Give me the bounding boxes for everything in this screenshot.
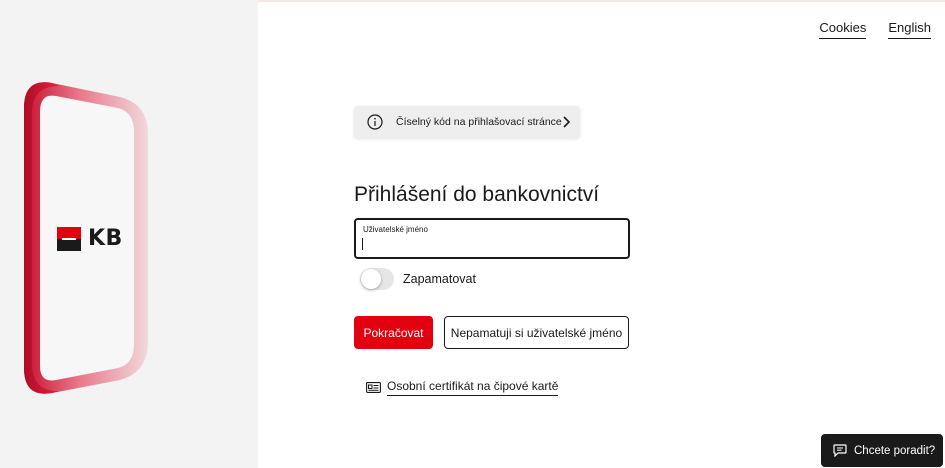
username-field[interactable]: Uživatelské jméno	[354, 218, 630, 259]
brand-panel: KB	[0, 0, 258, 468]
continue-button[interactable]: Pokračovat	[354, 316, 433, 349]
certificate-link-text: Osobní certifikát na čipové kartě	[387, 379, 559, 396]
phone-frame-graphic	[24, 82, 148, 394]
toggle-knob	[361, 269, 381, 289]
chat-label: Chcete poradit?	[854, 444, 936, 457]
kb-logo-mark	[57, 226, 81, 251]
remember-label: Zapamatovat	[403, 272, 476, 286]
remember-row: Zapamatovat	[360, 268, 476, 290]
chevron-right-icon	[563, 116, 570, 128]
username-label: Uživatelské jméno	[363, 225, 428, 234]
kb-logo: KB	[57, 226, 123, 251]
cookies-link[interactable]: Cookies	[819, 20, 867, 39]
username-input[interactable]	[363, 236, 621, 252]
chat-icon	[833, 444, 847, 457]
kb-logo-text: KB	[88, 226, 123, 251]
login-code-info-button[interactable]: Číselný kód na přihlašovací stránce	[354, 106, 580, 138]
language-link[interactable]: English	[888, 20, 931, 39]
top-links: Cookies English	[819, 20, 931, 39]
page-title: Přihlášení do bankovnictví	[354, 183, 600, 206]
text-caret	[362, 238, 363, 250]
chat-help-button[interactable]: Chcete poradit?	[821, 434, 943, 467]
forgot-username-button[interactable]: Nepamatuji si uživatelské jméno	[444, 316, 629, 349]
top-border	[258, 0, 945, 2]
info-icon	[367, 114, 383, 130]
info-banner-text: Číselný kód na přihlašovací stránce	[396, 116, 562, 128]
smartcard-certificate-link[interactable]: Osobní certifikát na čipové kartě	[366, 379, 559, 396]
remember-toggle[interactable]	[360, 268, 394, 290]
id-card-icon	[366, 382, 381, 393]
